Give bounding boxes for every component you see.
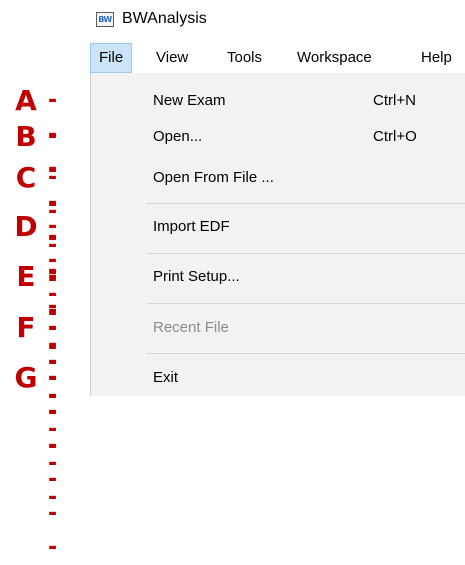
menu-separator <box>147 353 465 354</box>
menu-item-label: New Exam <box>153 92 226 109</box>
callout-letter: F <box>16 311 36 344</box>
menu-bar: File View Tools Workspace Help <box>90 43 465 73</box>
window-title: BWAnalysis <box>122 10 207 27</box>
menu-separator <box>147 303 465 304</box>
menu-help[interactable]: Help <box>421 43 452 73</box>
menu-item-exit[interactable]: Exit <box>91 361 465 395</box>
menu-item-label: Exit <box>153 369 179 386</box>
callout-letter: C <box>15 161 37 194</box>
menu-item-import-edf[interactable]: Import EDF <box>91 210 465 244</box>
menu-view[interactable]: View <box>156 43 188 73</box>
callout-letter: G <box>14 361 38 394</box>
menu-separator <box>147 203 465 204</box>
title-bar: BW BWAnalysis <box>0 0 465 42</box>
menu-tools[interactable]: Tools <box>227 43 262 73</box>
callout-letter: A <box>15 84 37 117</box>
callout-letter: D <box>14 210 38 243</box>
app-logo-icon: BW <box>96 12 114 27</box>
menu-separator <box>147 253 465 254</box>
menu-item-label: Import EDF <box>153 218 230 235</box>
menu-item-label: Print Setup... <box>153 268 240 285</box>
menu-item-shortcut: Ctrl+N <box>373 92 416 109</box>
menu-item-open-from-file[interactable]: Open From File ... <box>91 161 465 195</box>
menu-item-label: Recent File <box>153 319 229 336</box>
menu-item-recent-file: Recent File <box>91 311 465 345</box>
callout-letter: B <box>15 120 37 153</box>
menu-item-label: Open... <box>153 128 203 145</box>
menu-item-label: Open From File ... <box>153 169 274 186</box>
menu-file[interactable]: File <box>90 43 133 73</box>
menu-item-new-exam[interactable]: New Exam Ctrl+N <box>91 84 465 118</box>
file-dropdown-menu: New Exam Ctrl+N Open... Ctrl+O Open From… <box>90 73 465 396</box>
menu-item-shortcut: Ctrl+O <box>373 128 417 145</box>
menu-item-open[interactable]: Open... Ctrl+O <box>91 120 465 154</box>
menu-workspace[interactable]: Workspace <box>297 43 372 73</box>
callout-arrow: ------ <box>48 365 59 560</box>
callout-letter: E <box>16 260 36 293</box>
menu-item-print-setup[interactable]: Print Setup... <box>91 260 465 294</box>
